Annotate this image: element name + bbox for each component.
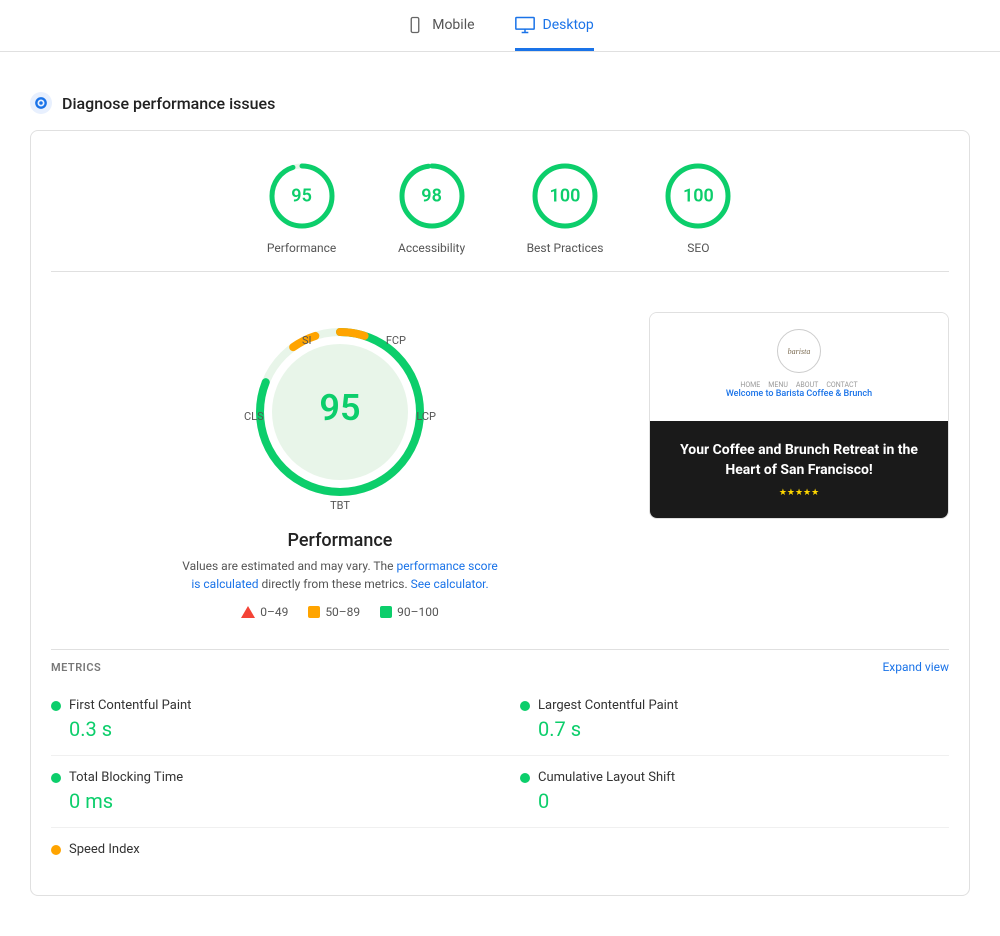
- tab-desktop-label: Desktop: [543, 17, 594, 33]
- barista-nav: HOME MENU ABOUT CONTACT: [740, 381, 857, 389]
- metrics-header: METRICS Expand view: [51, 649, 949, 684]
- metric-tbt: Total Blocking Time 0 ms: [51, 756, 500, 828]
- metric-tbt-dot: [51, 773, 61, 783]
- score-performance: 95 Performance: [267, 161, 337, 255]
- metric-si: Speed Index: [51, 828, 500, 875]
- score-accessibility-label: Accessibility: [398, 241, 465, 255]
- metric-fcp-dot: [51, 701, 61, 711]
- legend-average-icon: [308, 606, 320, 618]
- score-performance-label: Performance: [267, 241, 336, 255]
- metric-fcp: First Contentful Paint 0.3 s: [51, 684, 500, 756]
- metric-tbt-value: 0 ms: [69, 789, 500, 813]
- performance-area: 95 SI FCP CLS LCP TBT Performance Values…: [51, 282, 949, 639]
- metric-lcp-dot: [520, 701, 530, 711]
- legend-average-range: 50–89: [325, 605, 360, 619]
- tab-mobile[interactable]: Mobile: [406, 16, 474, 51]
- performance-note: Values are estimated and may vary. The p…: [180, 557, 500, 593]
- preview-headline: Your Coffee and Brunch Retreat in the He…: [666, 441, 932, 480]
- tab-desktop[interactable]: Desktop: [515, 16, 594, 51]
- gauge-label-cls: CLS: [244, 410, 264, 423]
- gauge-link-calculator[interactable]: See calculator.: [411, 577, 489, 591]
- legend-bad: 0–49: [241, 605, 288, 619]
- gauge-note-part1: Values are estimated and may vary. The: [182, 559, 393, 573]
- score-seo-label: SEO: [687, 241, 709, 255]
- score-best-practices-label: Best Practices: [527, 241, 604, 255]
- metric-lcp: Largest Contentful Paint 0.7 s: [500, 684, 949, 756]
- diagnose-section: Diagnose performance issues: [30, 92, 970, 114]
- barista-logo-area: barista HOME MENU ABOUT CONTACT: [666, 329, 932, 389]
- preview-welcome: Welcome to Barista Coffee & Brunch: [666, 389, 932, 399]
- legend-row: 0–49 50–89 90–100: [241, 605, 439, 619]
- metric-cls: Cumulative Layout Shift 0: [500, 756, 949, 828]
- desktop-icon: [515, 16, 535, 34]
- diagnose-title: Diagnose performance issues: [62, 94, 275, 113]
- legend-average: 50–89: [308, 605, 360, 619]
- metric-cls-value: 0: [538, 789, 949, 813]
- score-performance-value: 95: [291, 186, 312, 207]
- preview-dark-bg: Your Coffee and Brunch Retreat in the He…: [650, 421, 948, 518]
- metric-fcp-value: 0.3 s: [69, 717, 500, 741]
- score-accessibility: 98 Accessibility: [397, 161, 467, 255]
- gauge-label-si: SI: [302, 334, 312, 347]
- scores-card: 95 Performance 98 Accessibility: [30, 130, 970, 896]
- metric-fcp-name: First Contentful Paint: [69, 698, 191, 713]
- performance-title: Performance: [288, 530, 393, 551]
- preview-subtext: ★★★★★: [666, 488, 932, 498]
- mobile-icon: [406, 16, 424, 34]
- score-best-practices: 100 Best Practices: [527, 161, 604, 255]
- metric-si-name: Speed Index: [69, 842, 140, 857]
- metric-cls-name: Cumulative Layout Shift: [538, 770, 675, 785]
- gauge-label-lcp: LCP: [416, 410, 436, 423]
- score-seo-value: 100: [683, 186, 714, 207]
- metrics-grid: First Contentful Paint 0.3 s Largest Con…: [51, 684, 949, 875]
- score-accessibility-value: 98: [421, 186, 442, 207]
- metrics-section: METRICS Expand view First Contentful Pai…: [51, 649, 949, 875]
- preview-white-bg: barista HOME MENU ABOUT CONTACT Welcome …: [650, 313, 948, 421]
- scores-row: 95 Performance 98 Accessibility: [51, 161, 949, 255]
- svg-text:95: 95: [319, 387, 360, 429]
- score-seo: 100 SEO: [663, 161, 733, 255]
- tab-mobile-label: Mobile: [432, 17, 474, 33]
- metric-tbt-name: Total Blocking Time: [69, 770, 183, 785]
- legend-good-icon: [380, 606, 392, 618]
- legend-good: 90–100: [380, 605, 439, 619]
- barista-logo-circle: barista: [777, 329, 821, 373]
- gauge-note-part2: directly from these metrics.: [262, 577, 408, 591]
- metric-cls-dot: [520, 773, 530, 783]
- gauge-label-tbt: TBT: [330, 499, 350, 512]
- gauge-container: 95 SI FCP CLS LCP TBT Performance Values…: [51, 302, 629, 619]
- gauge-label-fcp: FCP: [386, 334, 406, 347]
- legend-bad-range: 0–49: [260, 605, 288, 619]
- legend-bad-icon: [241, 606, 255, 618]
- diagnose-icon: [30, 92, 52, 114]
- metric-lcp-name: Largest Contentful Paint: [538, 698, 678, 713]
- metric-lcp-value: 0.7 s: [538, 717, 949, 741]
- expand-view-button[interactable]: Expand view: [882, 660, 949, 674]
- legend-good-range: 90–100: [397, 605, 439, 619]
- score-best-practices-value: 100: [550, 186, 581, 207]
- preview-card: barista HOME MENU ABOUT CONTACT Welcome …: [649, 312, 949, 519]
- top-nav: Mobile Desktop: [0, 0, 1000, 52]
- metric-si-dot: [51, 845, 61, 855]
- metrics-label: METRICS: [51, 661, 101, 674]
